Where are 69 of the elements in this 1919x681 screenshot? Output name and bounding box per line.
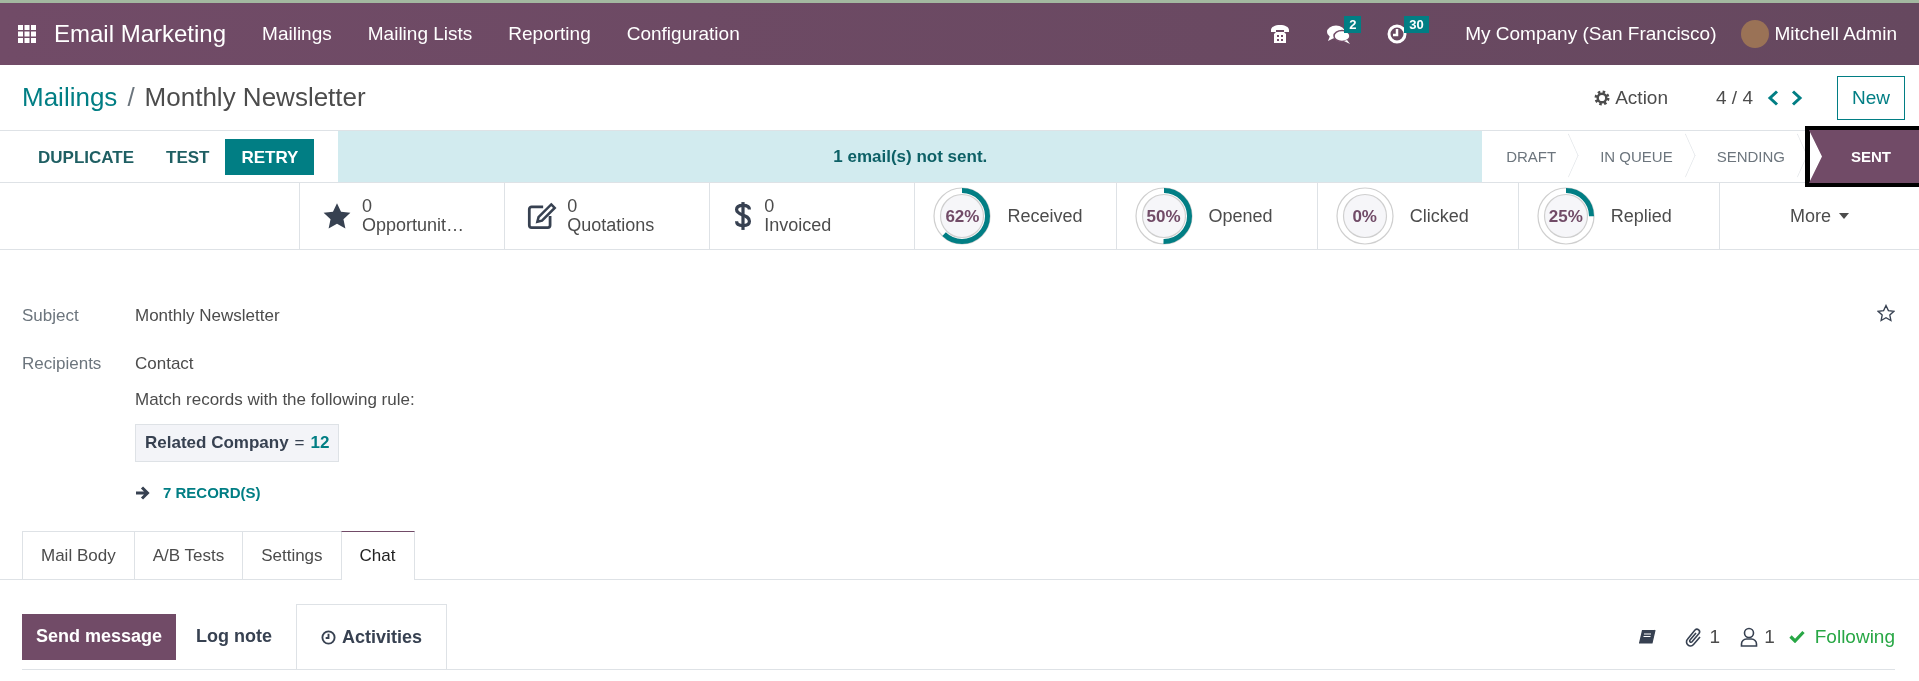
breadcrumb-link[interactable]: Mailings (22, 82, 118, 112)
more-dropdown[interactable]: More (1719, 183, 1919, 249)
field-value[interactable]: Contact (135, 354, 1897, 374)
progress-ring (1536, 187, 1595, 245)
header-button[interactable]: TEST (150, 138, 226, 175)
favorite-star-icon[interactable] (1877, 304, 1895, 322)
status-stage[interactable]: DRAFT (1482, 131, 1577, 182)
arrow-right-icon (135, 484, 151, 501)
menu-item[interactable]: Mailings (262, 23, 332, 45)
header-button[interactable]: RETRY (225, 138, 315, 175)
domain-rule-chip[interactable]: Related Company = 12 (135, 424, 340, 462)
progress-ring (1335, 187, 1394, 245)
stat-button[interactable]: 0% Clicked (1316, 183, 1518, 249)
menu-item[interactable]: Mailing Lists (367, 23, 473, 45)
caret-icon (1839, 213, 1849, 219)
progress-ring (933, 187, 992, 245)
rule-description: Match records with the following rule: (135, 390, 416, 410)
stat-button[interactable]: 0 Invoiced (709, 183, 915, 249)
new-button[interactable]: New (1837, 75, 1905, 120)
percentage-label: 50% (1146, 207, 1181, 225)
stat-button[interactable]: 0 Quotations (504, 183, 710, 249)
check-icon (1788, 630, 1805, 643)
notebook-tab[interactable]: Chat (340, 531, 415, 580)
apps-grid-icon[interactable] (18, 25, 36, 43)
gear-icon (1594, 89, 1611, 106)
clock-icon[interactable] (1387, 24, 1408, 44)
star-icon (322, 202, 352, 230)
book-icon[interactable] (1637, 628, 1656, 645)
field-label: Subject (22, 306, 80, 326)
progress-ring (1134, 187, 1193, 245)
user-icon (1740, 626, 1759, 647)
stat-button[interactable]: 62% Received (914, 183, 1116, 249)
alert-banner: 1 email(s) not sent. (338, 131, 1483, 182)
stat-button[interactable]: 50% Opened (1115, 183, 1317, 249)
phone-icon[interactable] (1269, 23, 1292, 45)
edit-icon (527, 202, 558, 230)
app-title[interactable]: Email Marketing (54, 20, 227, 48)
message-count-badge: 2 (1344, 16, 1362, 33)
clock-icon (321, 629, 337, 645)
records-link[interactable]: 7 RECORD(S) (163, 484, 261, 501)
action-menu-button[interactable]: Action (1594, 86, 1668, 109)
previous-chevron-icon[interactable] (1767, 89, 1779, 106)
menu-item[interactable]: Configuration (626, 23, 740, 45)
record-title: Monthly Newsletter (144, 82, 366, 112)
chatter-button[interactable]: Log note (176, 613, 297, 660)
stat-button[interactable]: 0 Opportunit… (299, 183, 505, 249)
pager-value: 4 / 4 (1716, 86, 1753, 109)
notebook-tab[interactable]: Mail Body (22, 531, 135, 579)
percentage-label: 25% (1548, 207, 1583, 225)
header-button[interactable]: DUPLICATE (22, 138, 150, 175)
paperclip-icon (1683, 625, 1704, 648)
menu-item[interactable]: Reporting (508, 23, 591, 45)
chatter-button[interactable]: Activities (296, 604, 448, 669)
percentage-label: 62% (945, 207, 980, 225)
attachments-button[interactable]: 1 (1683, 604, 1721, 669)
status-stage[interactable]: SENT (1809, 130, 1919, 183)
followers-button[interactable]: 1 (1740, 604, 1775, 669)
breadcrumb-separator: / (127, 82, 135, 112)
status-stage[interactable]: SENDING (1692, 131, 1805, 182)
chatter-button[interactable]: Send message (22, 613, 177, 660)
status-stage[interactable]: IN QUEUE (1576, 131, 1693, 182)
next-chevron-icon[interactable] (1791, 89, 1803, 106)
user-menu[interactable]: Mitchell Admin (1774, 23, 1897, 45)
activity-count-badge: 30 (1404, 16, 1429, 33)
field-value[interactable]: Monthly Newsletter (135, 306, 1897, 326)
field-label: Recipients (22, 354, 103, 374)
stat-button[interactable]: 25% Replied (1517, 183, 1719, 249)
percentage-label: 0% (1352, 207, 1377, 225)
company-switcher[interactable]: My Company (San Francisco) (1465, 23, 1717, 45)
